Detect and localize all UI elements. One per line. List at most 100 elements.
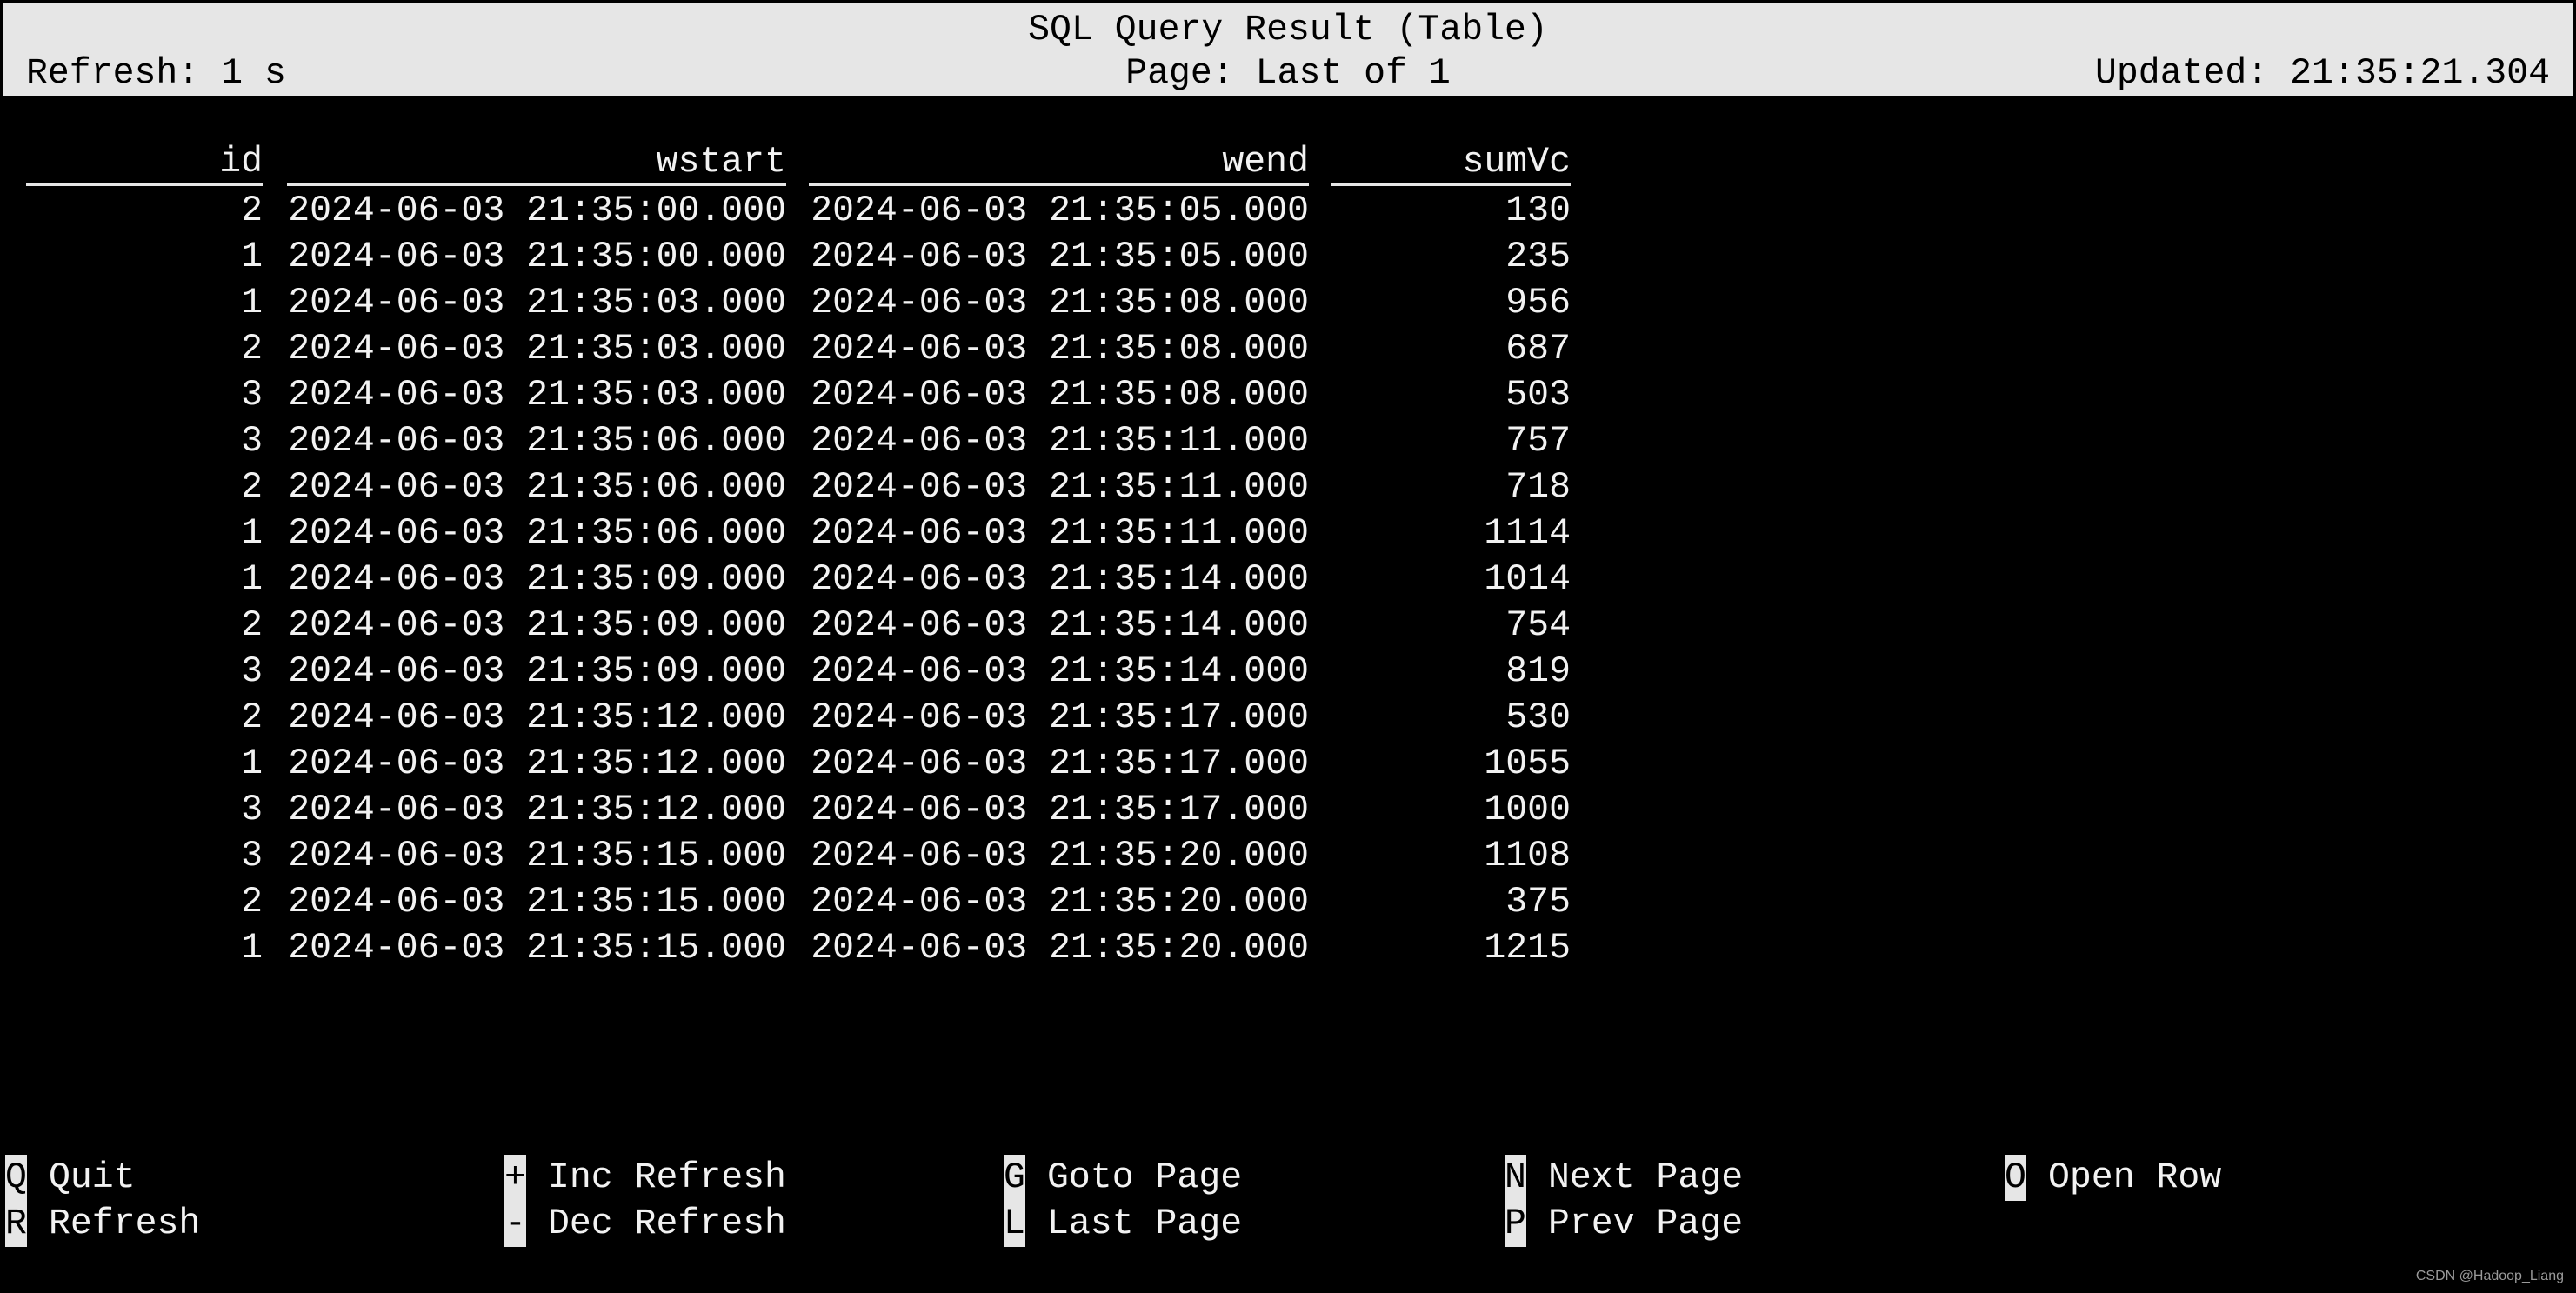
- cell-sumvc: 1114: [1484, 513, 1571, 554]
- cell-id: 3: [241, 421, 263, 462]
- shortcut-label: Refresh: [49, 1203, 201, 1244]
- shortcut-open-row[interactable]: O Open Row: [2005, 1155, 2221, 1201]
- shortcut-label: Last Page: [1047, 1203, 1243, 1244]
- cell-wend: 2024-06-03 21:35:20.000: [811, 928, 1309, 969]
- table-row[interactable]: 1 2024-06-03 21:35:09.000 2024-06-03 21:35…: [0, 557, 1571, 603]
- cell-wstart: 2024-06-03 21:35:06.000: [288, 513, 786, 554]
- cell-wend: 2024-06-03 21:35:05.000: [811, 237, 1309, 277]
- column-header-wstart: wstart: [287, 142, 786, 186]
- cell-wstart: 2024-06-03 21:35:00.000: [288, 237, 786, 277]
- table-row[interactable]: 3 2024-06-03 21:35:09.000 2024-06-03 21:35…: [0, 649, 1571, 695]
- cell-sumvc: 503: [1505, 375, 1571, 416]
- cell-wstart: 2024-06-03 21:35:15.000: [288, 882, 786, 923]
- cell-wend: 2024-06-03 21:35:08.000: [811, 283, 1309, 323]
- shortcut-label: Prev Page: [1548, 1203, 1744, 1244]
- cell-wend: 2024-06-03 21:35:11.000: [811, 467, 1309, 508]
- shortcut-key: O: [2005, 1155, 2026, 1201]
- cell-wstart: 2024-06-03 21:35:09.000: [288, 559, 786, 600]
- cell-id: 2: [241, 697, 263, 738]
- shortcut-key: R: [5, 1201, 27, 1247]
- cell-sumvc: 530: [1505, 697, 1571, 738]
- cell-wend: 2024-06-03 21:35:11.000: [811, 513, 1309, 554]
- cell-sumvc: 1014: [1484, 559, 1571, 600]
- cell-wstart: 2024-06-03 21:35:15.000: [288, 836, 786, 876]
- shortcut-goto-page[interactable]: G Goto Page: [1004, 1155, 1242, 1201]
- cell-sumvc: 235: [1505, 237, 1571, 277]
- table-row[interactable]: 3 2024-06-03 21:35:06.000 2024-06-03 21:35…: [0, 418, 1571, 464]
- shortcut-key: P: [1505, 1201, 1526, 1247]
- cell-sumvc: 375: [1505, 882, 1571, 923]
- cell-sumvc: 956: [1505, 283, 1571, 323]
- cell-id: 2: [241, 190, 263, 231]
- cell-wstart: 2024-06-03 21:35:12.000: [288, 790, 786, 830]
- cell-id: 1: [241, 513, 263, 554]
- shortcut-last-page[interactable]: L Last Page: [1004, 1201, 1242, 1247]
- cell-sumvc: 757: [1505, 421, 1571, 462]
- shortcut-key: G: [1004, 1155, 1025, 1201]
- shortcut-inc-refresh[interactable]: + Inc Refresh: [504, 1155, 786, 1201]
- cell-wstart: 2024-06-03 21:35:09.000: [288, 605, 786, 646]
- cell-wend: 2024-06-03 21:35:05.000: [811, 190, 1309, 231]
- cell-sumvc: 1215: [1484, 928, 1571, 969]
- table-row[interactable]: 2 2024-06-03 21:35:09.000 2024-06-03 21:35…: [0, 603, 1571, 649]
- cell-wend: 2024-06-03 21:35:11.000: [811, 421, 1309, 462]
- shortcut-next-page[interactable]: N Next Page: [1505, 1155, 1743, 1201]
- cell-id: 2: [241, 605, 263, 646]
- shortcut-key: L: [1004, 1201, 1025, 1247]
- column-header-id: id: [26, 142, 263, 186]
- watermark: CSDN @Hadoop_Liang: [2415, 1269, 2564, 1283]
- cell-wend: 2024-06-03 21:35:14.000: [811, 605, 1309, 646]
- table-row[interactable]: 2 2024-06-03 21:35:06.000 2024-06-03 21:35…: [0, 464, 1571, 510]
- table-header: id wstart wend sumVc: [0, 142, 1571, 188]
- cell-wend: 2024-06-03 21:35:14.000: [811, 559, 1309, 600]
- cell-wend: 2024-06-03 21:35:14.000: [811, 651, 1309, 692]
- cell-wend: 2024-06-03 21:35:17.000: [811, 697, 1309, 738]
- table-row[interactable]: 2 2024-06-03 21:35:12.000 2024-06-03 21:35…: [0, 695, 1571, 741]
- cell-id: 1: [241, 283, 263, 323]
- table-row[interactable]: 2 2024-06-03 21:35:00.000 2024-06-03 21:35…: [0, 188, 1571, 234]
- shortcut-label: Next Page: [1548, 1157, 1744, 1198]
- table-row[interactable]: 1 2024-06-03 21:35:00.000 2024-06-03 21:35…: [0, 234, 1571, 280]
- cell-wstart: 2024-06-03 21:35:00.000: [288, 190, 786, 231]
- column-header-wend: wend: [809, 142, 1309, 186]
- shortcut-label: Quit: [49, 1157, 136, 1198]
- column-header-sumvc: sumVc: [1331, 142, 1571, 186]
- table-row[interactable]: 2 2024-06-03 21:35:15.000 2024-06-03 21:35…: [0, 879, 1571, 925]
- cell-sumvc: 819: [1505, 651, 1571, 692]
- cell-id: 3: [241, 790, 263, 830]
- table-row[interactable]: 2 2024-06-03 21:35:03.000 2024-06-03 21:35…: [0, 326, 1571, 372]
- shortcut-dec-refresh[interactable]: - Dec Refresh: [504, 1201, 786, 1247]
- table-row[interactable]: 3 2024-06-03 21:35:12.000 2024-06-03 21:35…: [0, 787, 1571, 833]
- cell-id: 2: [241, 882, 263, 923]
- shortcut-quit[interactable]: Q Quit: [5, 1155, 136, 1201]
- cell-wstart: 2024-06-03 21:35:03.000: [288, 375, 786, 416]
- updated-timestamp: Updated: 21:35:21.304: [2095, 53, 2550, 94]
- cell-id: 1: [241, 237, 263, 277]
- shortcut-key: Q: [5, 1155, 27, 1201]
- cell-wend: 2024-06-03 21:35:20.000: [811, 836, 1309, 876]
- page-title: SQL Query Result (Table): [1028, 10, 1548, 50]
- cell-wstart: 2024-06-03 21:35:06.000: [288, 467, 786, 508]
- table-row[interactable]: 3 2024-06-03 21:35:03.000 2024-06-03 21:35…: [0, 372, 1571, 418]
- shortcut-label: Dec Refresh: [548, 1203, 786, 1244]
- table-row[interactable]: 1 2024-06-03 21:35:03.000 2024-06-03 21:35…: [0, 280, 1571, 326]
- table-row[interactable]: 1 2024-06-03 21:35:15.000 2024-06-03 21:35…: [0, 925, 1571, 971]
- cell-wstart: 2024-06-03 21:35:12.000: [288, 743, 786, 784]
- cell-id: 2: [241, 329, 263, 370]
- cell-sumvc: 687: [1505, 329, 1571, 370]
- cell-id: 1: [241, 559, 263, 600]
- cell-wstart: 2024-06-03 21:35:12.000: [288, 697, 786, 738]
- cell-wend: 2024-06-03 21:35:17.000: [811, 790, 1309, 830]
- cell-wstart: 2024-06-03 21:35:06.000: [288, 421, 786, 462]
- shortcut-label: Inc Refresh: [548, 1157, 786, 1198]
- cell-wend: 2024-06-03 21:35:08.000: [811, 375, 1309, 416]
- cell-sumvc: 1000: [1484, 790, 1571, 830]
- cell-sumvc: 130: [1505, 190, 1571, 231]
- shortcut-prev-page[interactable]: P Prev Page: [1505, 1201, 1743, 1247]
- table-row[interactable]: 1 2024-06-03 21:35:12.000 2024-06-03 21:35…: [0, 741, 1571, 787]
- table-row[interactable]: 3 2024-06-03 21:35:15.000 2024-06-03 21:35…: [0, 833, 1571, 879]
- cell-wstart: 2024-06-03 21:35:15.000: [288, 928, 786, 969]
- shortcut-key: N: [1505, 1155, 1526, 1201]
- shortcut-refresh[interactable]: R Refresh: [5, 1201, 200, 1247]
- table-row[interactable]: 1 2024-06-03 21:35:06.000 2024-06-03 21:35…: [0, 510, 1571, 557]
